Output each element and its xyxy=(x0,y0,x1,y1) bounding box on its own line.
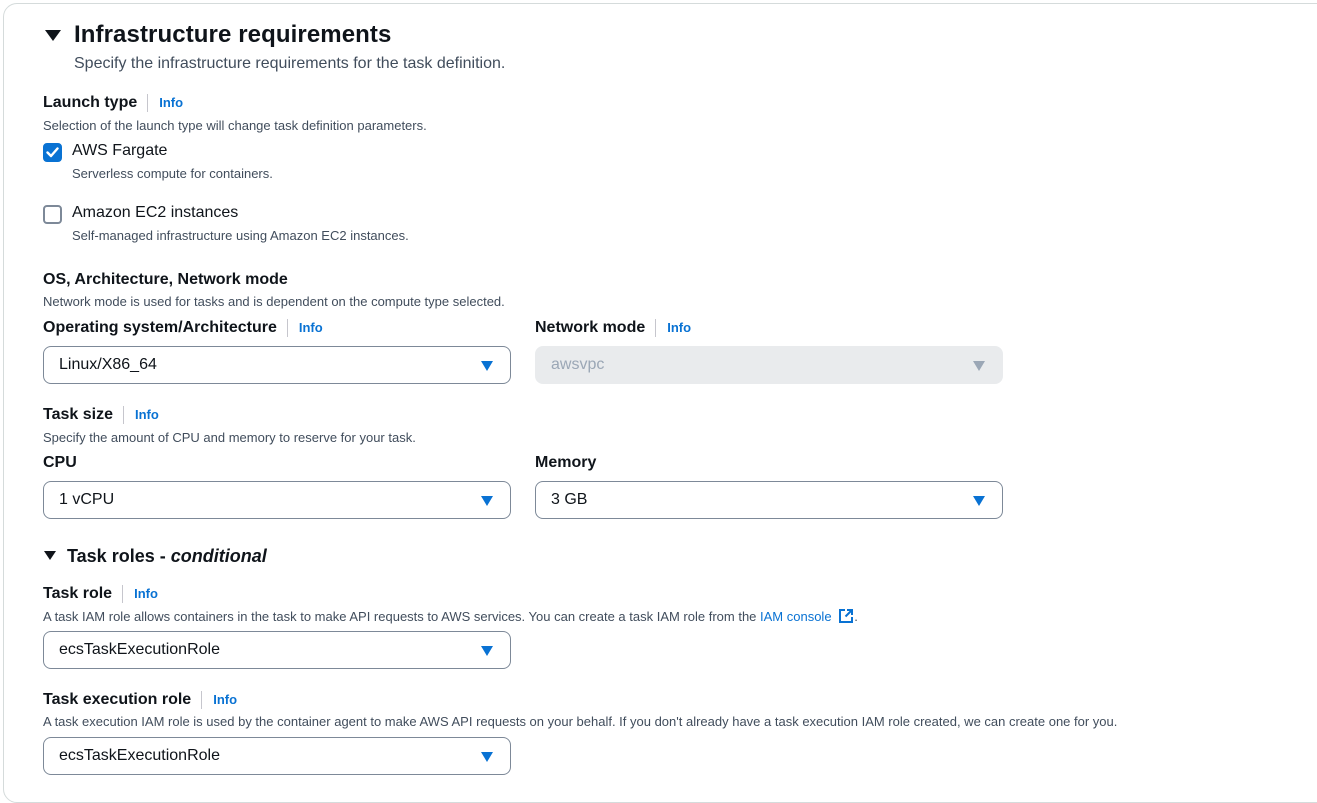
dropdown-caret-icon xyxy=(481,752,493,762)
exec-role-select[interactable]: ecsTaskExecutionRole xyxy=(43,737,511,775)
exec-role-label: Task execution role xyxy=(43,691,192,708)
task-size-label: Task size xyxy=(43,406,113,423)
fargate-label[interactable]: AWS Fargate xyxy=(72,142,167,160)
task-role-hint: A task IAM role allows containers in the… xyxy=(43,608,858,624)
fargate-option[interactable] xyxy=(43,143,62,162)
task-role-label: Task role xyxy=(43,585,113,602)
os-arch-hint: Network mode is used for tasks and is de… xyxy=(43,294,505,309)
os-select-value: Linux/X86_64 xyxy=(59,356,157,373)
task-roles-title-text: Task roles - xyxy=(67,546,171,566)
network-label-row: Network mode Info xyxy=(535,319,691,337)
section-title: Infrastructure requirements xyxy=(74,21,392,48)
ec2-description: Self-managed infrastructure using Amazon… xyxy=(72,228,409,243)
ec2-option[interactable] xyxy=(43,205,62,224)
checkmark-icon xyxy=(46,147,59,158)
iam-console-link[interactable]: IAM console xyxy=(760,609,832,624)
cpu-select-value: 1 vCPU xyxy=(59,491,115,508)
os-label-row: Operating system/Architecture Info xyxy=(43,319,323,337)
dropdown-caret-icon xyxy=(973,361,985,371)
task-role-hint-text: A task IAM role allows containers in the… xyxy=(43,609,761,624)
dropdown-caret-icon xyxy=(481,496,493,506)
launch-type-info-link[interactable]: Info xyxy=(147,94,183,112)
launch-type-header: Launch type Info xyxy=(43,94,183,112)
fargate-description: Serverless compute for containers. xyxy=(72,166,273,181)
task-roles-title-suffix: conditional xyxy=(170,546,267,566)
task-role-hint-end: . xyxy=(854,609,858,624)
cpu-select[interactable]: 1 vCPU xyxy=(43,481,511,519)
collapse-caret-icon[interactable] xyxy=(45,30,61,41)
task-role-info-link[interactable]: Info xyxy=(122,585,158,603)
ec2-checkbox[interactable] xyxy=(43,205,62,224)
task-roles-caret-icon[interactable] xyxy=(44,551,56,560)
exec-role-header: Task execution role Info xyxy=(43,691,237,709)
os-select[interactable]: Linux/X86_64 xyxy=(43,346,511,384)
task-roles-title[interactable]: Task roles - conditional xyxy=(67,546,267,567)
network-mode-select: awsvpc xyxy=(535,346,1003,384)
task-role-select[interactable]: ecsTaskExecutionRole xyxy=(43,631,511,669)
os-label: Operating system/Architecture xyxy=(43,319,277,336)
task-size-header: Task size Info xyxy=(43,406,159,424)
launch-type-label: Launch type xyxy=(43,94,138,111)
memory-select[interactable]: 3 GB xyxy=(535,481,1003,519)
dropdown-caret-icon xyxy=(481,361,493,371)
os-arch-heading: OS, Architecture, Network mode xyxy=(43,271,288,288)
os-info-link[interactable]: Info xyxy=(286,319,323,337)
dropdown-caret-icon xyxy=(973,496,985,506)
ec2-label[interactable]: Amazon EC2 instances xyxy=(72,204,238,222)
memory-select-value: 3 GB xyxy=(551,491,588,508)
task-role-header: Task role Info xyxy=(43,585,158,603)
exec-role-info-link[interactable]: Info xyxy=(201,691,237,709)
dropdown-caret-icon xyxy=(481,646,493,656)
memory-label: Memory xyxy=(535,454,597,471)
cpu-label: CPU xyxy=(43,454,77,471)
task-size-hint: Specify the amount of CPU and memory to … xyxy=(43,430,416,445)
exec-role-select-value: ecsTaskExecutionRole xyxy=(59,747,220,764)
launch-type-hint: Selection of the launch type will change… xyxy=(43,118,427,133)
network-mode-label: Network mode xyxy=(535,319,646,336)
network-mode-info-link[interactable]: Info xyxy=(655,319,691,337)
exec-role-hint: A task execution IAM role is used by the… xyxy=(43,714,1118,729)
task-role-select-value: ecsTaskExecutionRole xyxy=(59,641,220,658)
external-link-icon[interactable] xyxy=(838,608,854,624)
fargate-checkbox[interactable] xyxy=(43,143,62,162)
task-size-info-link[interactable]: Info xyxy=(122,406,159,424)
network-mode-value: awsvpc xyxy=(551,356,605,373)
section-description: Specify the infrastructure requirements … xyxy=(74,55,506,72)
